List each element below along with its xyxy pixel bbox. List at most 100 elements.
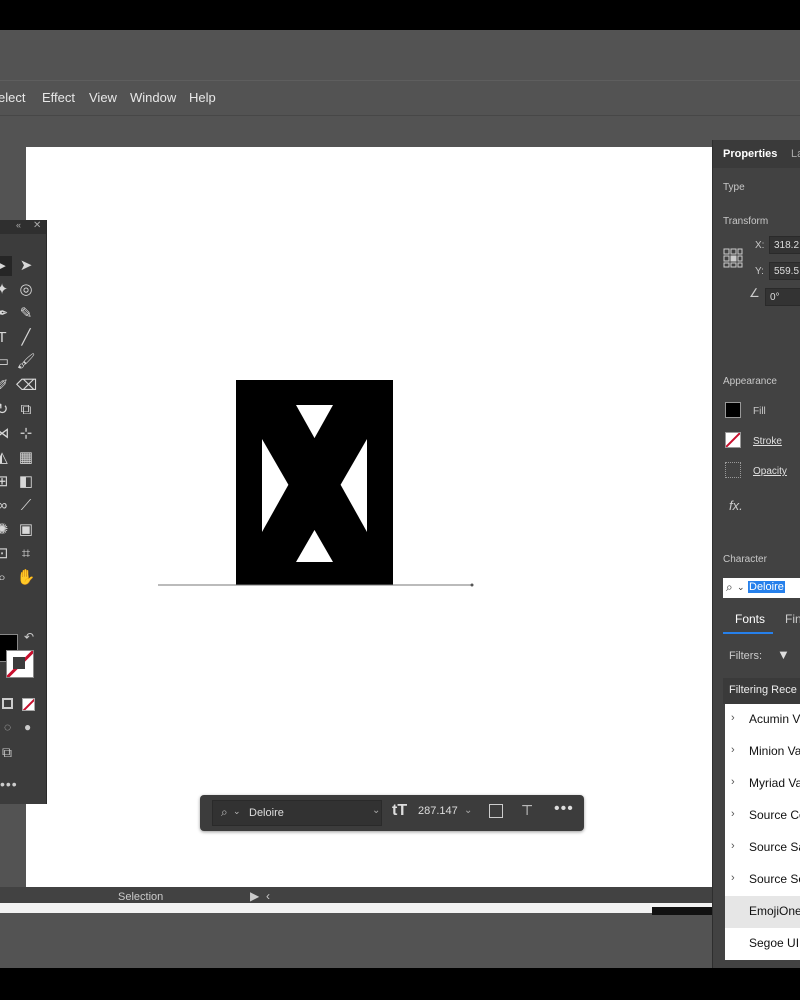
tools-panel: « ✕ ▸ ➤ ✦ ◎ ✒ ✎ T ╱ ▭ 🖌 ✐ ⌫ ↻ ⧉ ⋈ ⊹ ◭ ▦ … (0, 220, 47, 804)
curvature-tool-icon[interactable]: ✎ (16, 304, 36, 324)
menu-help[interactable]: Help (189, 90, 216, 105)
mesh-tool-icon[interactable]: ⊞ (0, 472, 12, 492)
eraser-tool-icon[interactable]: ⌫ (16, 376, 37, 396)
font-name: Source Se (749, 872, 800, 886)
font-size-value[interactable]: 287.147 (418, 805, 458, 817)
shape-builder-tool-icon[interactable]: ◭ (0, 448, 12, 468)
blend-tool-icon[interactable]: ∞ (0, 496, 12, 516)
selection-tool-icon[interactable]: ▸ (0, 256, 12, 276)
none-mode-icon[interactable] (22, 698, 35, 711)
size-dropdown-chevron-icon[interactable]: ⌄ (464, 805, 472, 816)
menu-effect[interactable]: Effect (42, 90, 75, 105)
stroke-swatch[interactable] (6, 650, 34, 678)
width-tool-icon[interactable]: ⋈ (0, 424, 12, 444)
collapse-icon[interactable]: « (16, 220, 21, 230)
eyedropper-tool-icon[interactable]: ⟋ (16, 496, 36, 516)
shaper-tool-icon[interactable]: ✐ (0, 376, 12, 396)
stroke-link[interactable]: Stroke (753, 436, 782, 447)
scroll-left-icon[interactable]: ‹ (266, 889, 270, 903)
menu-view[interactable]: View (89, 90, 117, 105)
x-label: X: (755, 240, 765, 251)
edit-toolbar-icon[interactable]: ••• (0, 776, 18, 792)
column-graph-tool-icon[interactable]: ▣ (16, 520, 36, 540)
scale-tool-icon[interactable]: ⧉ (16, 400, 36, 420)
illustrator-window: elect Effect View Window Help ⌕ ⌄ Deloir… (0, 30, 800, 968)
baseline-handle[interactable] (470, 583, 474, 587)
rotate-tool-icon[interactable]: ↻ (0, 400, 12, 420)
play-icon[interactable]: ▶ (250, 889, 259, 903)
font-dropdown-chevron-icon[interactable]: ⌄ (372, 805, 380, 816)
tab-find-more[interactable]: Fin (785, 612, 800, 626)
reference-point-icon[interactable] (723, 248, 743, 268)
tab-properties[interactable]: Properties (723, 148, 777, 160)
fill-color-swatch[interactable] (725, 402, 741, 418)
type-tool-icon[interactable]: T (0, 328, 12, 348)
font-list-item[interactable]: › Minion Va (725, 736, 800, 768)
font-search-field[interactable]: ⌕ ⌄ Deloire (723, 578, 800, 598)
fonts-tab-underline (723, 632, 773, 634)
slice-tool-icon[interactable]: ⌗ (16, 544, 36, 564)
perspective-grid-tool-icon[interactable]: ▦ (16, 448, 36, 468)
font-list-item-selected[interactable]: EmojiOne (725, 896, 800, 928)
paintbrush-tool-icon[interactable]: 🖌 (16, 352, 36, 372)
zoom-tool-icon[interactable]: ⌕ (0, 568, 12, 588)
scrollbar-end (652, 907, 712, 915)
opacity-link[interactable]: Opacity (753, 466, 787, 477)
chevron-right-icon: › (731, 872, 735, 884)
font-list-item[interactable]: Segoe UI (725, 928, 800, 960)
line-tool-icon[interactable]: ╱ (16, 328, 36, 348)
font-list-item[interactable]: › Source Se (725, 864, 800, 896)
artboard[interactable] (26, 147, 712, 891)
paragraph-icon[interactable] (489, 804, 503, 818)
menu-select[interactable]: elect (0, 90, 25, 105)
magic-wand-icon[interactable]: ✦ (0, 280, 12, 300)
x-field[interactable]: 318.2 (769, 236, 800, 254)
more-options-icon[interactable]: ••• (554, 800, 574, 818)
tab-layers[interactable]: La (791, 148, 800, 160)
font-list-item[interactable]: › Source Co (725, 800, 800, 832)
stroke-color-swatch[interactable] (725, 432, 741, 448)
font-list-item[interactable]: › Acumin Va (725, 704, 800, 736)
draw-behind-icon[interactable]: ● (24, 720, 31, 734)
screen-mode-icon[interactable]: ⧉ (2, 744, 12, 761)
free-transform-tool-icon[interactable]: ⊹ (16, 424, 36, 444)
artboard-tool-icon[interactable]: ⊡ (0, 544, 12, 564)
font-list-item[interactable]: › Myriad Va (725, 768, 800, 800)
filter-icon[interactable]: ▼ (777, 647, 790, 662)
menu-window[interactable]: Window (130, 90, 176, 105)
font-field[interactable]: ⌕ ⌄ Deloire (212, 800, 382, 826)
tab-fonts[interactable]: Fonts (735, 612, 765, 626)
gradient-tool-icon[interactable]: ◧ (16, 472, 36, 492)
font-size-icon: tT (392, 802, 408, 819)
y-field[interactable]: 559.5 (769, 262, 800, 280)
horizontal-scrollbar[interactable] (0, 903, 712, 913)
font-name: Acumin Va (749, 712, 800, 726)
stroke-none-slash (726, 433, 740, 447)
angle-field[interactable]: 0° (765, 288, 800, 306)
draw-mode-icon[interactable]: ◌ (4, 720, 11, 734)
none-slash (23, 699, 34, 710)
text-glyph[interactable] (236, 380, 393, 585)
type-options-icon[interactable]: ⊤ (521, 802, 533, 819)
close-icon[interactable]: ✕ (33, 220, 41, 231)
contextual-task-bar: ⌕ ⌄ Deloire ⌄ tT 287.147 ⌄ ⊤ ••• (200, 795, 584, 831)
character-label: Character (723, 554, 767, 565)
rectangle-tool-icon[interactable]: ▭ (0, 352, 12, 372)
font-list-item[interactable]: › Source Sa (725, 832, 800, 864)
artwork[interactable] (26, 147, 712, 891)
fill-label: Fill (753, 406, 766, 417)
chevron-right-icon: › (731, 744, 735, 756)
color-mode-icon[interactable] (2, 698, 13, 709)
hand-tool-icon[interactable]: ✋ (16, 568, 36, 588)
lasso-tool-icon[interactable]: ◎ (16, 280, 36, 300)
filters-label: Filters: (729, 650, 762, 662)
stroke-swatch-inner (13, 657, 25, 669)
symbol-sprayer-tool-icon[interactable]: ✺ (0, 520, 12, 540)
swap-colors-icon[interactable]: ↶ (24, 630, 34, 644)
direct-selection-tool-icon[interactable]: ➤ (16, 256, 36, 276)
opacity-icon (725, 462, 741, 478)
filtering-label: Filtering Rece (729, 684, 797, 696)
effects-fx-icon[interactable]: fx. (729, 498, 743, 513)
pen-tool-icon[interactable]: ✒ (0, 304, 12, 324)
font-name: Segoe UI (749, 936, 800, 950)
